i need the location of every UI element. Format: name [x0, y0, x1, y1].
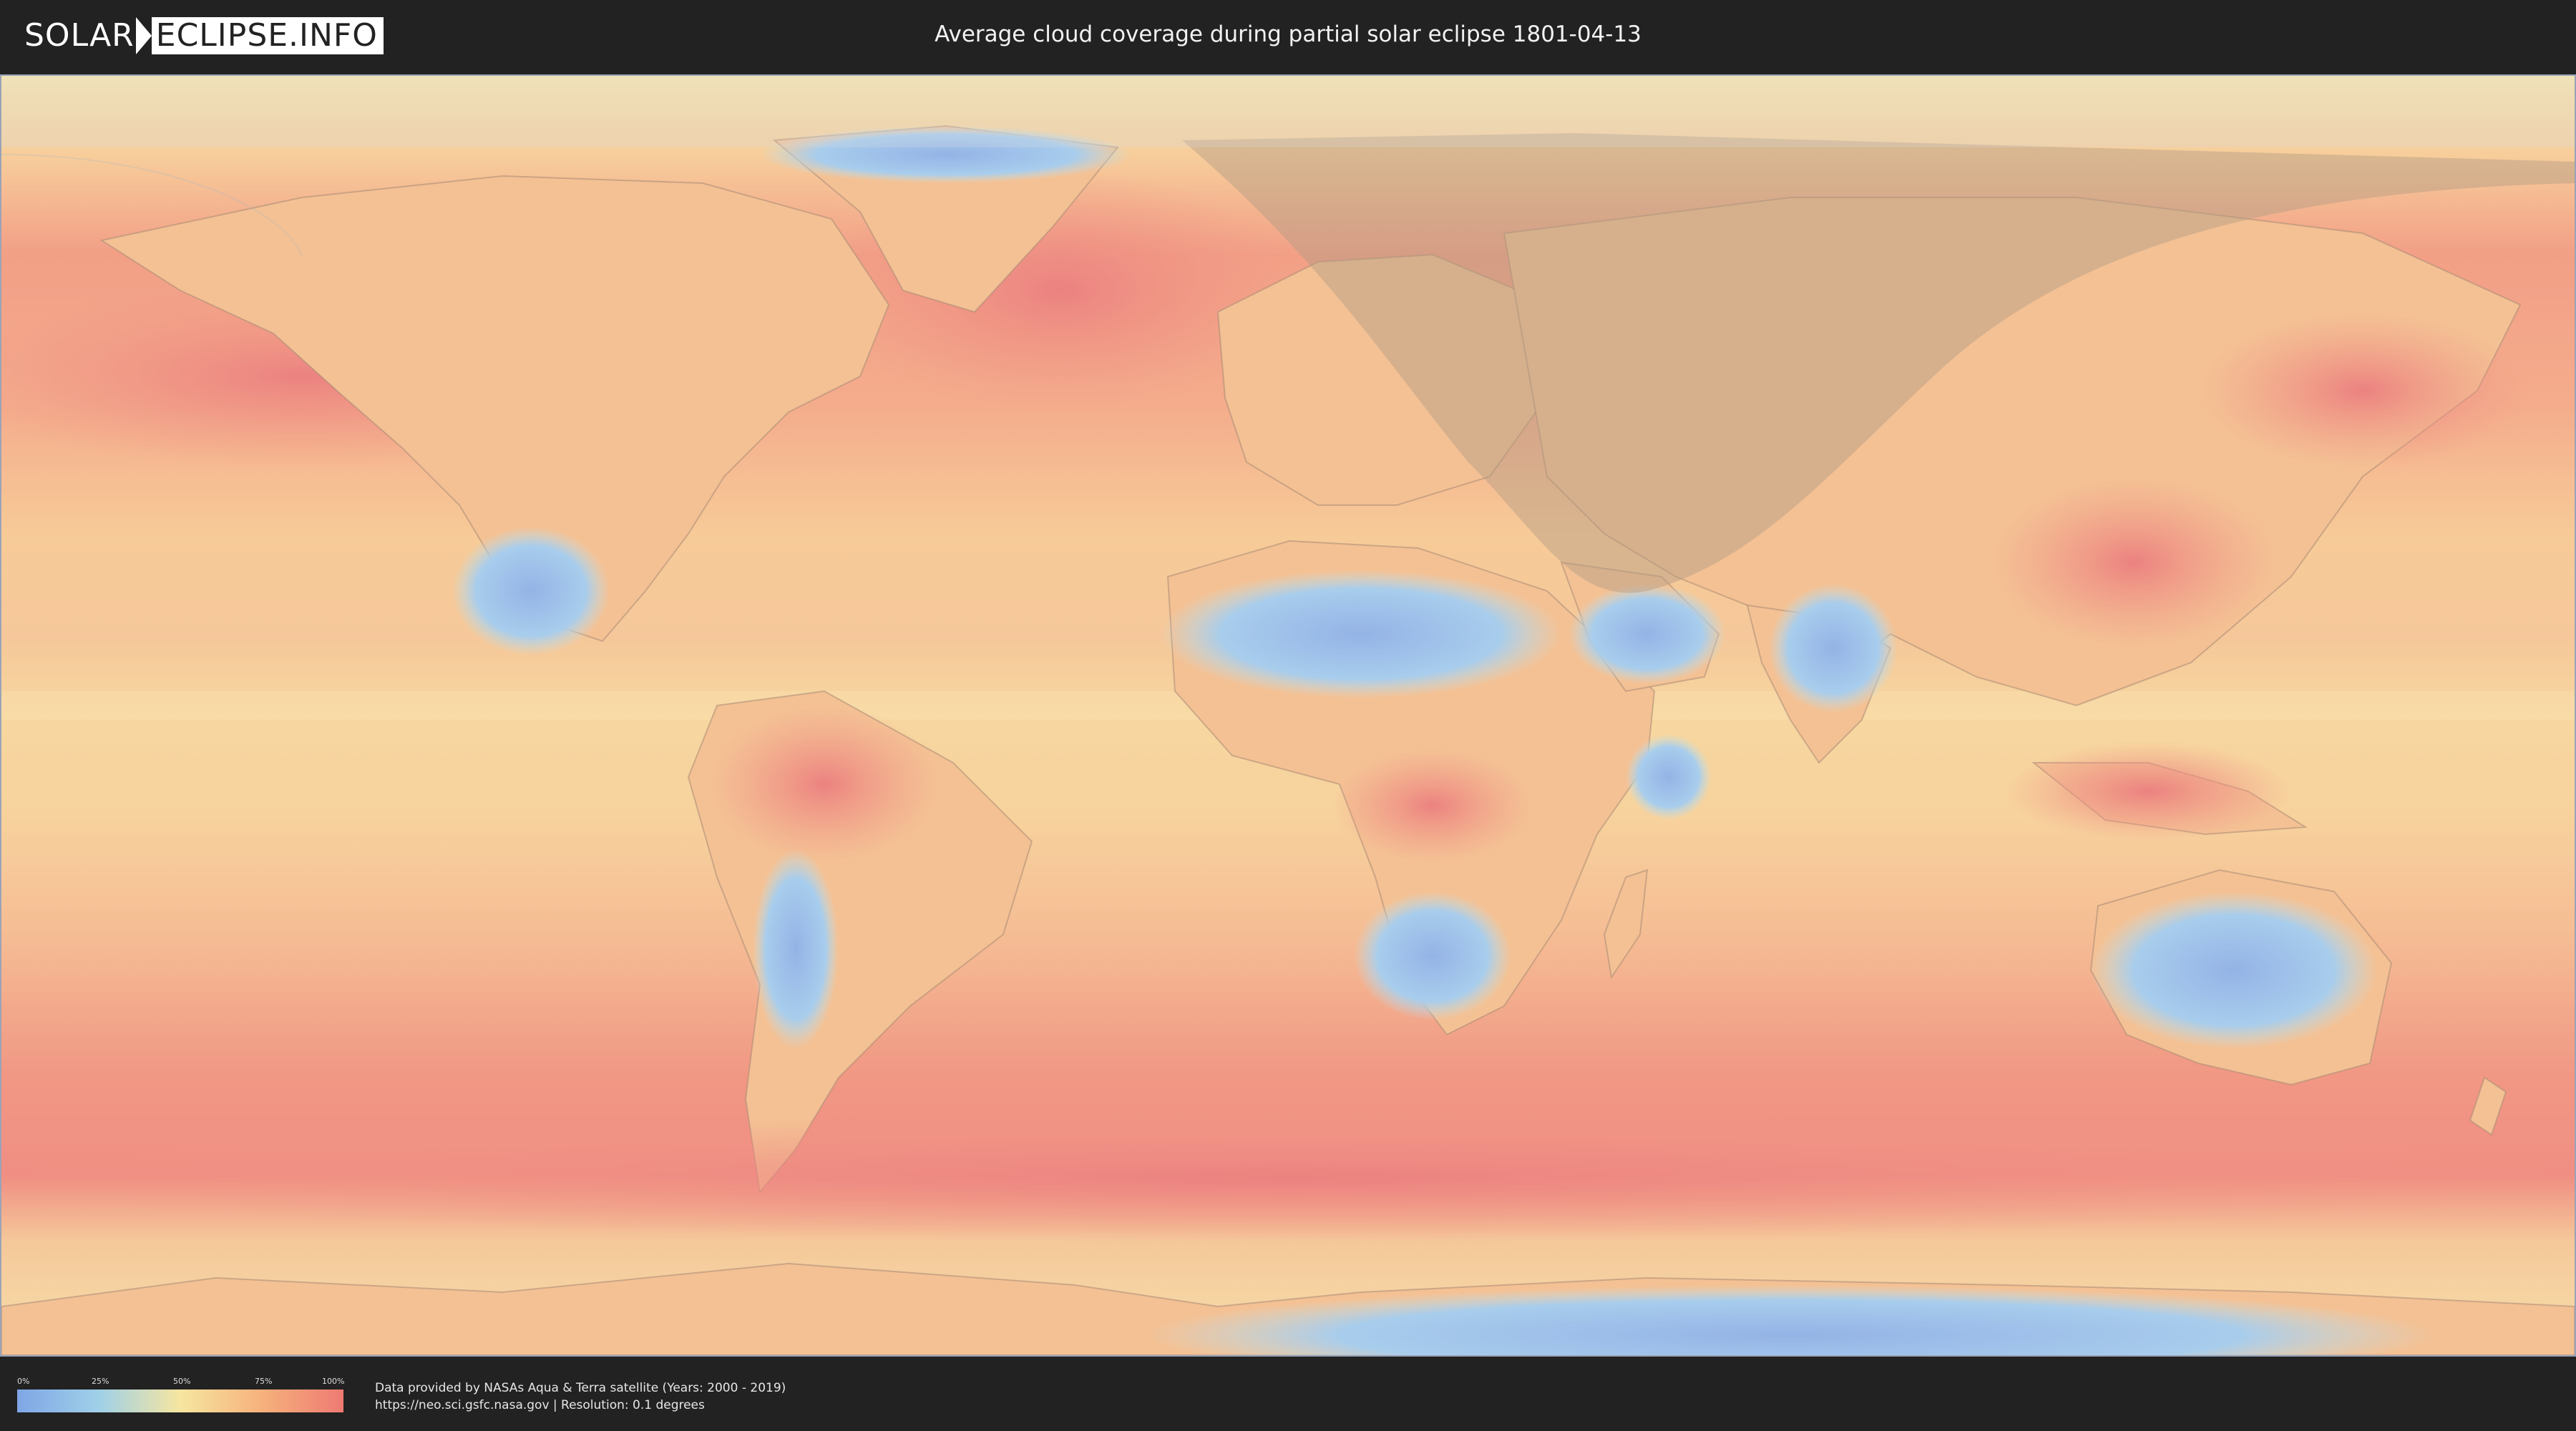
legend-tick-0: 0%: [17, 1377, 30, 1386]
cloud-coverage-map[interactable]: [1, 76, 2575, 1355]
legend-tick-25: 25%: [92, 1377, 109, 1386]
legend-tick-50: 50%: [173, 1377, 191, 1386]
legend-tick-75: 75%: [255, 1377, 273, 1386]
credit-line-url[interactable]: https://neo.sci.gsfc.nasa.gov | Resoluti…: [375, 1397, 786, 1414]
data-credits: Data provided by NASAs Aqua & Terra sate…: [375, 1379, 786, 1414]
footer-bar: 0% 25% 50% 75% 100% Data provided by NAS…: [0, 1359, 2576, 1431]
credit-line-source: Data provided by NASAs Aqua & Terra sate…: [375, 1381, 786, 1395]
page: SOLAR ECLIPSE.INFO Average cloud coverag…: [0, 0, 2576, 1431]
legend-tick-100: 100%: [322, 1377, 345, 1386]
map-wash: [1, 76, 2575, 1355]
header-bar: SOLAR ECLIPSE.INFO Average cloud coverag…: [0, 0, 2576, 72]
cloud-coverage-legend: 0% 25% 50% 75% 100%: [17, 1377, 345, 1414]
legend-color-bar: [17, 1390, 343, 1412]
map-frame: [0, 74, 2576, 1357]
page-title: Average cloud coverage during partial so…: [935, 21, 1641, 47]
